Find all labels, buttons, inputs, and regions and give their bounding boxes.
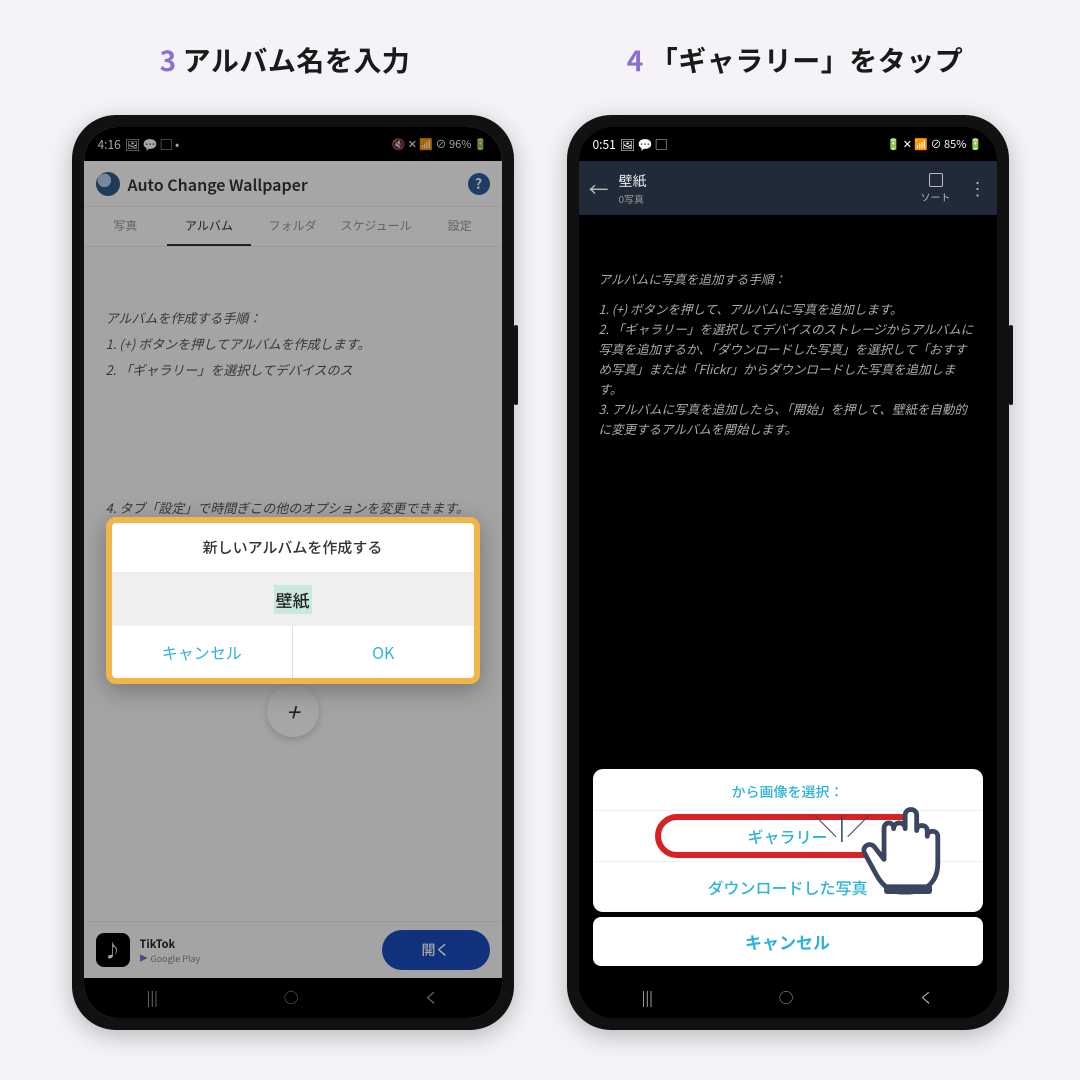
phone-frame-2: 0:51 🖼 💬 ▢ 🔋 ✕ 📶 ⊘ 85% 🔋 ← 壁紙 0写真 ソート ⋮ bbox=[567, 115, 1009, 1030]
sort-button[interactable]: ソート bbox=[921, 173, 951, 204]
sort-icon bbox=[929, 173, 943, 187]
step-captions: 3アルバム名を入力 4「ギャラリー」をタップ bbox=[0, 0, 1080, 115]
album-count: 0写真 bbox=[619, 191, 911, 206]
status-right: 🔋 ✕ 📶 ⊘ 85% 🔋 bbox=[887, 136, 983, 152]
screen-2: 0:51 🖼 💬 ▢ 🔋 ✕ 📶 ⊘ 85% 🔋 ← 壁紙 0写真 ソート ⋮ bbox=[579, 127, 997, 1018]
header-text: 壁紙 0写真 bbox=[619, 171, 911, 206]
nav-recents[interactable]: ||| bbox=[642, 988, 653, 1008]
caption-step-3: 3アルバム名を入力 bbox=[30, 40, 540, 80]
back-arrow-icon[interactable]: ← bbox=[589, 174, 609, 203]
step-number: 4 bbox=[627, 40, 644, 80]
more-icon[interactable]: ⋮ bbox=[969, 175, 987, 201]
camera-notch bbox=[782, 129, 794, 141]
sheet-cancel-button[interactable]: キャンセル bbox=[593, 917, 983, 966]
instruction-line: 2. 「ギャラリー」を選択してデバイスのストレージからアルバムに写真を追加するか… bbox=[599, 319, 977, 399]
nav-bar: ||| ◯ く bbox=[579, 978, 997, 1018]
instructions-title: アルバムに写真を追加する手順： bbox=[599, 269, 977, 289]
album-title: 壁紙 bbox=[619, 171, 911, 191]
nav-home[interactable]: ◯ bbox=[779, 988, 793, 1008]
album-header: ← 壁紙 0写真 ソート ⋮ bbox=[579, 161, 997, 215]
camera-notch bbox=[287, 129, 299, 141]
cancel-button[interactable]: キャンセル bbox=[112, 626, 294, 678]
status-icons-right: 🔋 ✕ 📶 ⊘ 85% 🔋 bbox=[887, 136, 983, 152]
dialog-buttons: キャンセル OK bbox=[112, 626, 474, 678]
create-album-dialog: 新しいアルバムを作成する 壁紙 キャンセル OK bbox=[106, 517, 480, 684]
phone-frame-1: 4:16 🖼 💬 ▢ • 🔇 ✕ 📶 ⊘ 96% 🔋 Auto Change W… bbox=[72, 115, 514, 1030]
ok-button[interactable]: OK bbox=[293, 626, 474, 678]
status-left: 0:51 🖼 💬 ▢ bbox=[593, 136, 668, 153]
phone-row: 4:16 🖼 💬 ▢ • 🔇 ✕ 📶 ⊘ 96% 🔋 Auto Change W… bbox=[0, 115, 1080, 1030]
tap-hand-icon bbox=[861, 792, 957, 898]
screen-1: 4:16 🖼 💬 ▢ • 🔇 ✕ 📶 ⊘ 96% 🔋 Auto Change W… bbox=[84, 127, 502, 1018]
step-text: アルバム名を入力 bbox=[183, 40, 411, 80]
step-number: 3 bbox=[160, 40, 177, 80]
album-name-input[interactable]: 壁紙 bbox=[112, 573, 474, 626]
step-text: 「ギャラリー」をタップ bbox=[650, 40, 964, 80]
caption-step-4: 4「ギャラリー」をタップ bbox=[540, 40, 1050, 80]
status-time: 0:51 bbox=[593, 136, 616, 153]
status-icons-left: 🖼 💬 ▢ bbox=[620, 136, 668, 153]
dialog-title: 新しいアルバムを作成する bbox=[112, 523, 474, 573]
nav-back[interactable]: く bbox=[919, 988, 933, 1008]
instruction-line: 1. (+) ボタンを押して、アルバムに写真を追加します。 bbox=[599, 299, 977, 319]
instruction-line: 3. アルバムに写真を追加したら、「開始」を押して、壁紙を自動的に変更するアルバ… bbox=[599, 399, 977, 439]
